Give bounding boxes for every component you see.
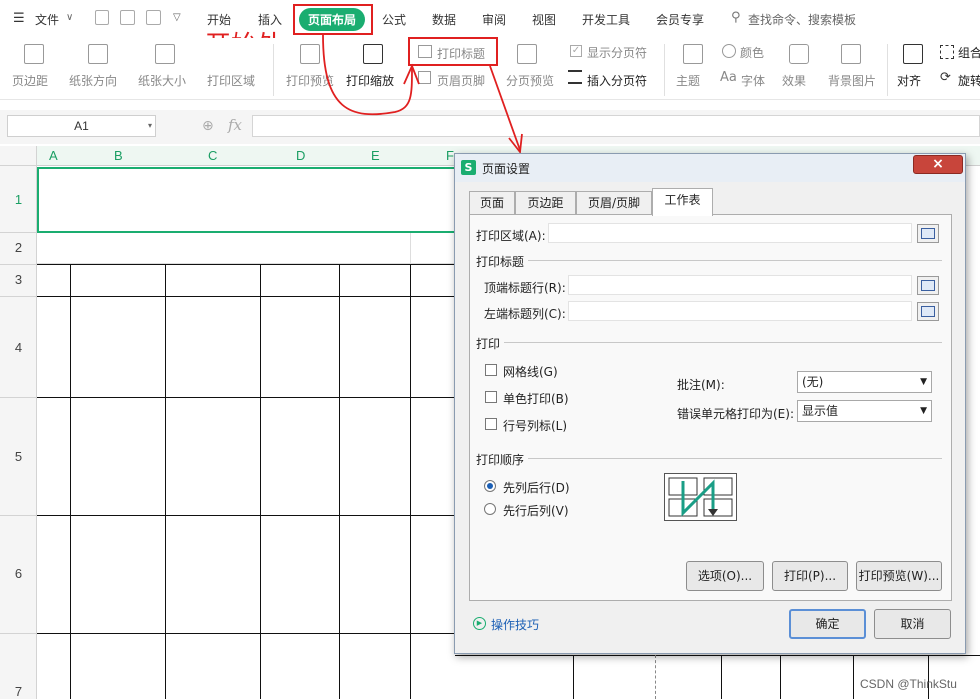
top-rows-label: 顶端标题行(R): xyxy=(484,281,566,295)
options-button[interactable]: 选项(O)... xyxy=(686,561,764,591)
cell-errors-select[interactable]: 显示值 xyxy=(797,400,932,422)
down-then-over-label: 先列后行(D) xyxy=(503,481,570,495)
print-area-label: 打印区域(A): xyxy=(476,229,546,243)
tab-margins[interactable]: 页边距 xyxy=(515,191,576,215)
cell-errors-label: 错误单元格打印为(E): xyxy=(677,407,794,421)
range-picker-button[interactable] xyxy=(917,224,939,243)
black-white-checkbox[interactable] xyxy=(485,391,497,403)
down-then-over-radio[interactable] xyxy=(484,480,496,492)
page-order-preview-icon xyxy=(664,473,737,521)
ok-button[interactable]: 确定 xyxy=(789,609,866,639)
gridlines-checkbox[interactable] xyxy=(485,364,497,376)
tips-link[interactable]: 操作技巧 xyxy=(491,616,539,633)
print-preview-button[interactable]: 打印预览(W)... xyxy=(856,561,942,591)
gridlines-label: 网格线(G) xyxy=(503,365,558,379)
range-picker-button[interactable] xyxy=(917,302,939,321)
watermark: CSDN @ThinkStu xyxy=(860,677,957,691)
range-picker-icon xyxy=(921,280,935,291)
row-col-headings-label: 行号列标(L) xyxy=(503,419,568,433)
page-order-section: 打印顺序 xyxy=(476,453,525,467)
wps-spreadsheet-icon: S xyxy=(461,160,476,175)
dialog-title: 页面设置 xyxy=(482,162,531,176)
over-then-down-radio[interactable] xyxy=(484,503,496,515)
print-section: 打印 xyxy=(476,337,501,351)
print-button[interactable]: 打印(P)... xyxy=(772,561,848,591)
annotation-curve-arrow xyxy=(322,34,413,116)
dialog-titlebar[interactable] xyxy=(455,154,965,182)
section-divider xyxy=(528,260,942,261)
print-area-input[interactable] xyxy=(548,223,912,243)
comments-select[interactable]: (无) xyxy=(797,371,932,393)
range-picker-icon xyxy=(921,228,935,239)
row-col-headings-checkbox[interactable] xyxy=(485,418,497,430)
section-divider xyxy=(528,458,942,459)
annotation-straight-arrow xyxy=(489,65,521,151)
section-divider xyxy=(504,342,942,343)
comments-label: 批注(M): xyxy=(677,378,725,392)
left-columns-label: 左端标题列(C): xyxy=(484,307,566,321)
tab-header-footer[interactable]: 页眉/页脚 xyxy=(576,191,652,215)
range-picker-button[interactable] xyxy=(917,276,939,295)
cancel-button[interactable]: 取消 xyxy=(874,609,951,639)
over-then-down-label: 先行后列(V) xyxy=(503,504,569,518)
close-button[interactable]: × xyxy=(913,155,963,174)
range-picker-icon xyxy=(921,306,935,317)
tab-sheet[interactable]: 工作表 xyxy=(652,188,713,216)
black-white-label: 单色打印(B) xyxy=(503,392,569,406)
tips-icon[interactable]: ▶ xyxy=(473,617,486,630)
tab-page[interactable]: 页面 xyxy=(469,191,515,215)
top-rows-input[interactable] xyxy=(568,275,912,295)
left-columns-input[interactable] xyxy=(568,301,912,321)
print-titles-section: 打印标题 xyxy=(476,255,525,269)
